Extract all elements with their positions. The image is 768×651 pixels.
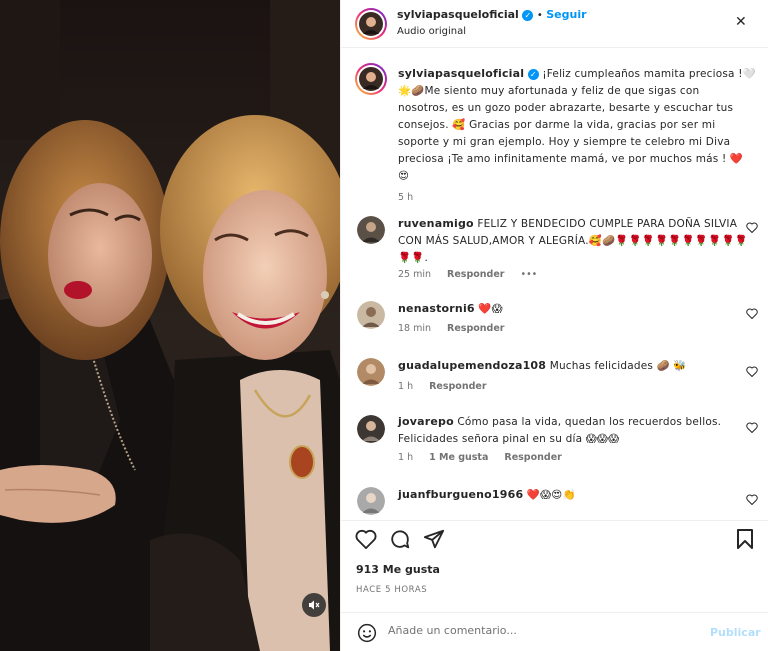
comment-item: ruvenamigo FELIZ Y BENDECIDO CUMPLE PARA… (341, 212, 768, 282)
comment-avatar[interactable] (357, 216, 385, 244)
heart-icon[interactable] (746, 308, 758, 319)
comment-line: Cómo pasa la vida, quedan los recuerdos … (457, 416, 722, 428)
post-header: sylviapasqueloficial ✓ • Seguir Audio or… (341, 0, 768, 48)
comment-avatar[interactable] (357, 415, 385, 443)
post-side-panel: sylviapasqueloficial ✓ • Seguir Audio or… (340, 0, 768, 651)
post-actions: 913 Me gusta HACE 5 HORAS (341, 520, 768, 612)
heart-icon[interactable] (746, 222, 758, 233)
comments-list: sylviapasqueloficial ✓ ¡Feliz cumpleaños… (341, 49, 768, 519)
emoji-icon[interactable] (357, 623, 377, 643)
verified-icon: ✓ (527, 68, 539, 80)
header-username[interactable]: sylviapasqueloficial (397, 8, 519, 21)
caption-meta: 5 h (398, 192, 413, 203)
heart-icon[interactable] (746, 494, 758, 505)
comment-line: FELIZ Y BENDECIDO CUMPLE PARA DOÑA SILVI… (477, 218, 738, 230)
comment-username[interactable]: ruvenamigo (398, 217, 474, 230)
comment-text: juanfburgueno1966 ❤️😱😍👏 (398, 486, 576, 504)
comment-time[interactable]: 25 min (398, 269, 431, 280)
heart-icon[interactable] (746, 422, 758, 433)
comment-line: ❤️😱 (478, 303, 503, 315)
caption-line: consejos. 🥰 Gracias por darme la vida, g… (398, 119, 716, 131)
more-options-icon[interactable]: ••• (520, 269, 537, 280)
comment-text: ruvenamigo FELIZ Y BENDECIDO CUMPLE PARA… (398, 215, 748, 267)
video-frame (0, 0, 340, 651)
caption: sylviapasqueloficial ✓ ¡Feliz cumpleaños… (341, 61, 768, 211)
comment-time[interactable]: 1 h (398, 452, 413, 463)
share-icon[interactable] (423, 528, 445, 550)
comment-item: guadalupemendoza108 Muchas felicidades 🥔… (341, 354, 768, 399)
close-icon[interactable]: ✕ (735, 14, 747, 30)
caption-time[interactable]: 5 h (398, 192, 413, 203)
caption-line: soporte y mi gran ejemplo. Hoy y siempre… (398, 136, 731, 148)
comment-line: 🌹🌹. (398, 252, 429, 264)
reply-button[interactable]: Responder (447, 323, 504, 334)
comment-icon[interactable] (389, 528, 411, 550)
comment-meta: 18 min Responder (398, 323, 504, 334)
caption-username[interactable]: sylviapasqueloficial (398, 67, 524, 80)
avatar[interactable] (357, 10, 385, 38)
comment-meta: 25 min Responder ••• (398, 269, 537, 280)
caption-line: 😍 (398, 170, 410, 182)
comment-username[interactable]: nenastorni6 (398, 302, 475, 315)
reply-button[interactable]: Responder (504, 452, 561, 463)
comment-username[interactable]: guadalupemendoza108 (398, 359, 546, 372)
post-modal: sylviapasqueloficial ✓ • Seguir Audio or… (0, 0, 768, 651)
comment-item: jovarepo Cómo pasa la vida, quedan los r… (341, 410, 768, 470)
comment-text: jovarepo Cómo pasa la vida, quedan los r… (398, 413, 721, 448)
comment-composer: Publicar (341, 612, 768, 651)
caption-line: nosotros, es un gozo poder abrazarte, be… (398, 102, 734, 114)
audio-label[interactable]: Audio original (397, 26, 466, 37)
comment-text: nenastorni6 ❤️😱 (398, 300, 503, 318)
speaker-muted-icon (309, 600, 320, 610)
follow-button[interactable]: Seguir (546, 8, 586, 21)
caption-line: ¡Feliz cumpleaños mamita preciosa !🤍 (542, 68, 756, 80)
comment-avatar[interactable] (357, 358, 385, 386)
comment-line: CON MÁS SALUD,AMOR Y ALEGRÍA.🥰🥔🌹🌹🌹🌹🌹🌹🌹🌹🌹… (398, 235, 749, 247)
comment-meta: 1 h 1 Me gusta Responder (398, 452, 562, 463)
comment-username[interactable]: juanfburgueno1966 (398, 488, 523, 501)
reply-button[interactable]: Responder (447, 269, 504, 280)
mute-button[interactable] (302, 593, 326, 617)
comment-username[interactable]: jovarepo (398, 415, 454, 428)
comment-time[interactable]: 1 h (398, 381, 413, 392)
comment-line: Muchas felicidades 🥔 🐝 (549, 360, 687, 372)
comment-time[interactable]: 18 min (398, 323, 431, 334)
comment-input[interactable] (388, 624, 688, 637)
post-video[interactable] (0, 0, 340, 651)
comment-item: juanfburgueno1966 ❤️😱😍👏 (341, 484, 768, 519)
caption-avatar[interactable] (357, 65, 385, 93)
header-separator: • (536, 10, 543, 21)
post-date[interactable]: HACE 5 HORAS (356, 585, 427, 595)
comment-likes[interactable]: 1 Me gusta (429, 452, 488, 463)
comment-item: nenastorni6 ❤️😱 18 min Responder (341, 295, 768, 340)
verified-icon: ✓ (522, 9, 534, 21)
comment-avatar[interactable] (357, 487, 385, 515)
bookmark-icon[interactable] (736, 528, 754, 550)
comment-avatar[interactable] (357, 301, 385, 329)
likes-count[interactable]: 913 Me gusta (356, 563, 440, 576)
comment-line: ❤️😱😍👏 (526, 489, 576, 501)
caption-line: 🌟🥔Me siento muy afortunada y feliz de qu… (398, 85, 700, 97)
heart-icon[interactable] (746, 366, 758, 377)
comment-meta: 1 h Responder (398, 381, 487, 392)
comment-text: guadalupemendoza108 Muchas felicidades 🥔… (398, 357, 687, 375)
publish-button[interactable]: Publicar (710, 626, 761, 639)
comment-line: Felicidades señora pinal en su día 😱😱😱 (398, 433, 620, 445)
caption-text: sylviapasqueloficial ✓ ¡Feliz cumpleaños… (398, 65, 756, 185)
like-heart-icon[interactable] (355, 529, 377, 549)
reply-button[interactable]: Responder (429, 381, 486, 392)
caption-line: preciosa ¡Te amo infinitamente mamá, ve … (398, 153, 744, 165)
